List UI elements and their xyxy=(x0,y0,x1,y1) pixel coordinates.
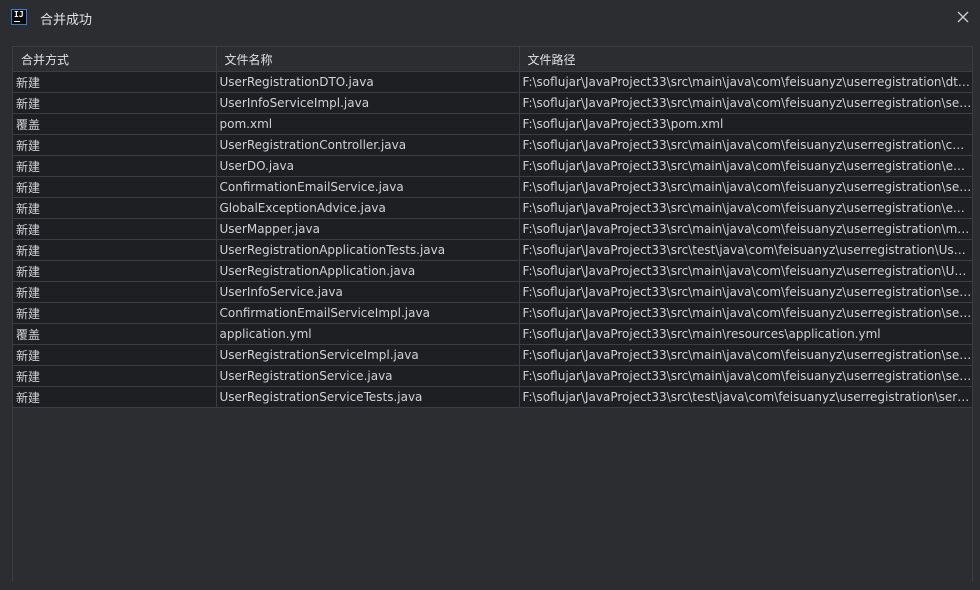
table-row[interactable]: 新建 UserRegistrationApplicationTests.java F… xyxy=(13,239,972,261)
merge-mode-cell: 覆盖 xyxy=(13,113,217,135)
column-header-merge-mode[interactable]: 合并方式 xyxy=(13,47,217,72)
column-header-file-name[interactable]: 文件名称 xyxy=(216,47,520,72)
file-name-cell: application.yml xyxy=(216,323,520,345)
merge-mode-cell: 新建 xyxy=(13,218,217,240)
merge-mode-cell: 新建 xyxy=(13,281,217,303)
file-path-cell: F:\soflujar\JavaProject33\src\main\java\… xyxy=(519,281,972,303)
file-path-cell: F:\soflujar\JavaProject33\src\main\java\… xyxy=(519,155,972,177)
table-header-row: 合并方式 文件名称 文件路径 xyxy=(13,47,972,72)
file-path-cell: F:\soflujar\JavaProject33\src\test\java\… xyxy=(519,386,972,408)
file-path-cell: F:\soflujar\JavaProject33\src\main\java\… xyxy=(519,302,972,324)
merge-mode-cell: 覆盖 xyxy=(13,323,217,345)
file-path-cell: F:\soflujar\JavaProject33\src\main\java\… xyxy=(519,365,972,387)
file-path-cell: F:\soflujar\JavaProject33\src\main\resou… xyxy=(519,323,972,345)
file-name-cell: UserRegistrationService.java xyxy=(216,365,520,387)
column-header-file-path[interactable]: 文件路径 xyxy=(519,47,972,72)
merge-mode-cell: 新建 xyxy=(13,344,217,366)
merge-mode-cell: 新建 xyxy=(13,365,217,387)
table-row[interactable]: 覆盖 pom.xml F:\soflujar\JavaProject33\pom.x… xyxy=(13,113,972,135)
file-name-cell: UserRegistrationApplication.java xyxy=(216,260,520,282)
app-icon-text: IJ xyxy=(14,10,24,19)
file-name-cell: UserRegistrationDTO.java xyxy=(216,71,520,93)
results-table: 合并方式 文件名称 文件路径 新建 UserRegistrationDTO.jav… xyxy=(13,47,972,408)
table-row[interactable]: 新建 UserMapper.java F:\soflujar\JavaProject… xyxy=(13,218,972,240)
file-path-cell: F:\soflujar\JavaProject33\src\main\java\… xyxy=(519,197,972,219)
file-name-cell: ConfirmationEmailService.java xyxy=(216,176,520,198)
file-name-cell: UserRegistrationServiceImpl.java xyxy=(216,344,520,366)
table-body: 新建 UserRegistrationDTO.java F:\soflujar\Ja… xyxy=(13,71,972,408)
close-button[interactable] xyxy=(952,6,974,28)
table-row[interactable]: 新建 UserInfoServiceImpl.java F:\soflujar\Ja… xyxy=(13,92,972,114)
table-row[interactable]: 新建 UserRegistrationServiceTests.java F:\so… xyxy=(13,386,972,408)
table-row[interactable]: 新建 UserRegistrationApplication.java F:\sof… xyxy=(13,260,972,282)
table-row[interactable]: 新建 UserRegistrationService.java F:\sofluja… xyxy=(13,365,972,387)
file-name-cell: UserRegistrationApplicationTests.java xyxy=(216,239,520,261)
table-row[interactable]: 新建 UserRegistrationDTO.java F:\soflujar\Ja… xyxy=(13,71,972,93)
file-path-cell: F:\soflujar\JavaProject33\src\main\java\… xyxy=(519,344,972,366)
file-name-cell: UserRegistrationController.java xyxy=(216,134,520,156)
table-row[interactable]: 新建 ConfirmationEmailServiceImpl.java F:\so… xyxy=(13,302,972,324)
file-path-cell: F:\soflujar\JavaProject33\src\main\java\… xyxy=(519,71,972,93)
intellij-app-icon: IJ xyxy=(11,9,27,25)
file-name-cell: UserMapper.java xyxy=(216,218,520,240)
file-path-cell: F:\soflujar\JavaProject33\src\test\java\… xyxy=(519,239,972,261)
file-path-cell: F:\soflujar\JavaProject33\pom.xml xyxy=(519,113,972,135)
merge-mode-cell: 新建 xyxy=(13,71,217,93)
merge-mode-cell: 新建 xyxy=(13,302,217,324)
file-name-cell: UserInfoService.java xyxy=(216,281,520,303)
merge-mode-cell: 新建 xyxy=(13,260,217,282)
file-path-cell: F:\soflujar\JavaProject33\src\main\java\… xyxy=(519,134,972,156)
file-name-cell: UserInfoServiceImpl.java xyxy=(216,92,520,114)
merge-mode-cell: 新建 xyxy=(13,92,217,114)
file-name-cell: UserRegistrationServiceTests.java xyxy=(216,386,520,408)
file-name-cell: ConfirmationEmailServiceImpl.java xyxy=(216,302,520,324)
merge-mode-cell: 新建 xyxy=(13,386,217,408)
close-icon xyxy=(957,11,969,23)
file-name-cell: UserDO.java xyxy=(216,155,520,177)
app-icon-underline xyxy=(14,21,20,22)
dialog-bottom-edge xyxy=(0,582,980,590)
table-row[interactable]: 新建 UserRegistrationController.java F:\sofl… xyxy=(13,134,972,156)
merge-mode-cell: 新建 xyxy=(13,197,217,219)
title-bar: IJ 合并成功 xyxy=(0,0,980,36)
merge-results-table[interactable]: 合并方式 文件名称 文件路径 新建 UserRegistrationDTO.jav… xyxy=(12,46,973,583)
table-row[interactable]: 新建 UserInfoService.java F:\soflujar\JavaPr… xyxy=(13,281,972,303)
table-row[interactable]: 新建 GlobalExceptionAdvice.java F:\soflujar\… xyxy=(13,197,972,219)
file-path-cell: F:\soflujar\JavaProject33\src\main\java\… xyxy=(519,92,972,114)
merge-mode-cell: 新建 xyxy=(13,134,217,156)
merge-mode-cell: 新建 xyxy=(13,176,217,198)
merge-mode-cell: 新建 xyxy=(13,155,217,177)
table-row[interactable]: 新建 ConfirmationEmailService.java F:\sofluj… xyxy=(13,176,972,198)
table-row[interactable]: 覆盖 application.yml F:\soflujar\JavaProject… xyxy=(13,323,972,345)
file-path-cell: F:\soflujar\JavaProject33\src\main\java\… xyxy=(519,260,972,282)
table-row[interactable]: 新建 UserRegistrationServiceImpl.java F:\sof… xyxy=(13,344,972,366)
file-name-cell: GlobalExceptionAdvice.java xyxy=(216,197,520,219)
merge-mode-cell: 新建 xyxy=(13,239,217,261)
dialog-title: 合并成功 xyxy=(40,13,93,28)
file-path-cell: F:\soflujar\JavaProject33\src\main\java\… xyxy=(519,218,972,240)
table-row[interactable]: 新建 UserDO.java F:\soflujar\JavaProject33\s… xyxy=(13,155,972,177)
file-path-cell: F:\soflujar\JavaProject33\src\main\java\… xyxy=(519,176,972,198)
file-name-cell: pom.xml xyxy=(216,113,520,135)
